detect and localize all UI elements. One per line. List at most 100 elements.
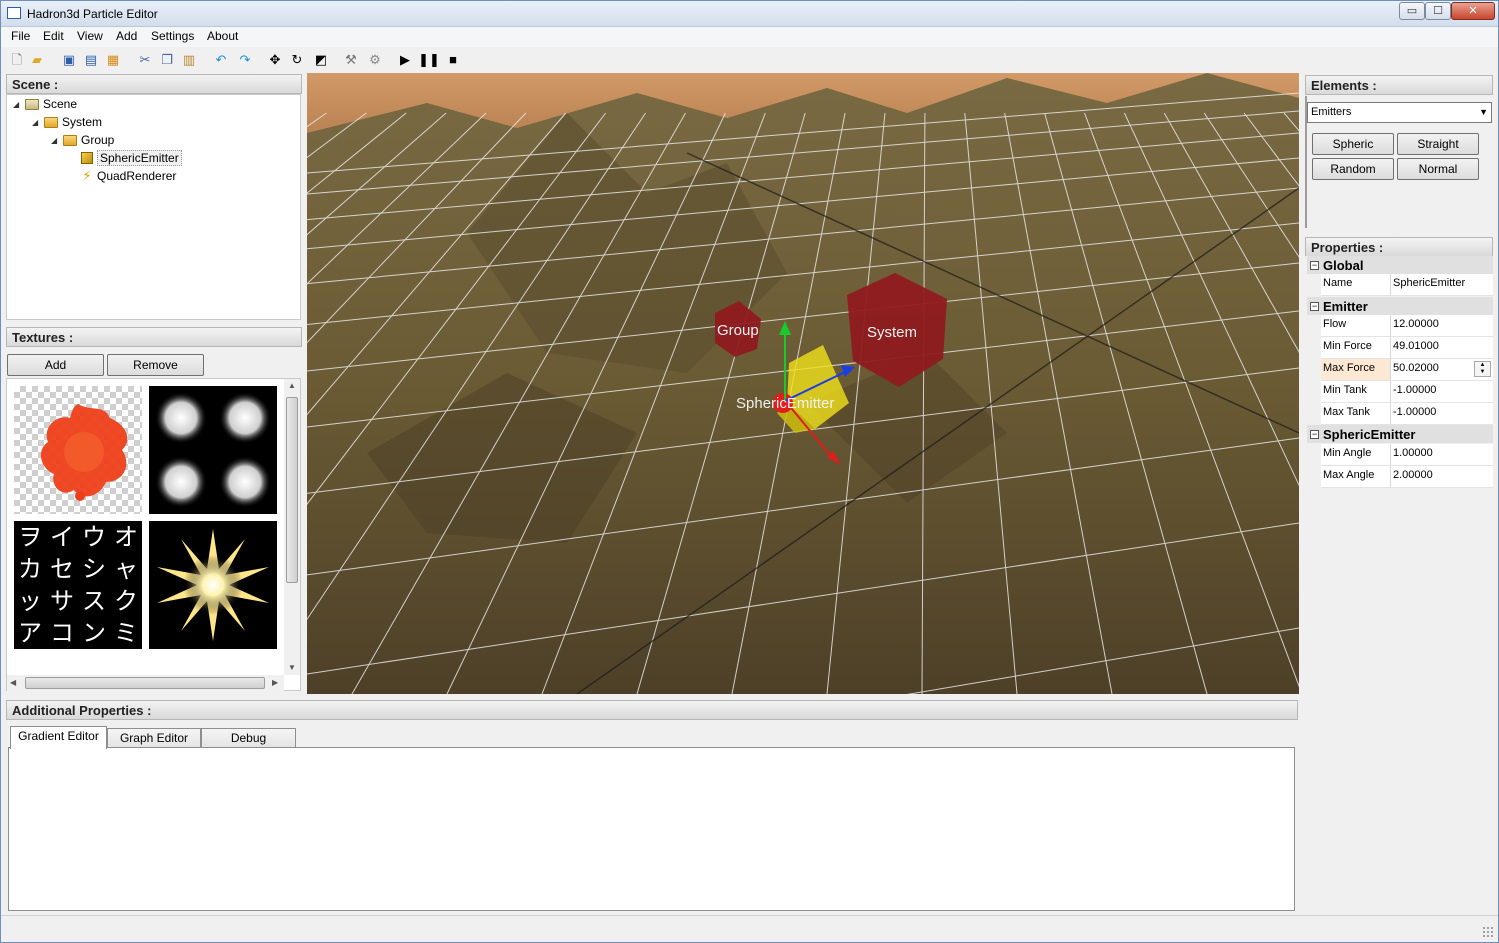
tree-item-group[interactable]: ◢ Group [51,131,114,149]
menu-file[interactable]: File [11,29,30,43]
menu-settings[interactable]: Settings [151,29,194,43]
texture-thumbnail-star[interactable] [149,521,277,649]
kana-glyph: オ [114,523,138,551]
stop-icon[interactable]: ■ [445,52,461,68]
kana-glyph: ウ [82,523,106,551]
scroll-up-icon[interactable]: ▲ [288,381,296,390]
copy-icon[interactable]: ❐ [159,52,175,68]
open-folder-icon[interactable]: ▰ [29,52,45,68]
property-key: Name [1321,274,1391,295]
menu-about[interactable]: About [207,29,238,43]
texture-vertical-scrollbar[interactable]: ▲ ▼ [284,379,300,675]
tree-item-system[interactable]: ◢ System [32,113,102,131]
property-value[interactable]: SphericEmitter [1391,274,1493,295]
redo-icon[interactable]: ↷ [237,52,253,68]
collapse-icon[interactable]: − [1310,429,1319,439]
app-window-icon [7,7,21,19]
viewport-scene: Group System SphericEmitter [307,73,1299,694]
add-texture-button[interactable]: Add [7,354,104,376]
collapse-icon[interactable]: − [1310,260,1319,270]
property-key: Max Angle [1321,466,1391,487]
tree-item-sphericemitter[interactable]: SphericEmitter [81,149,182,167]
property-row-min-angle[interactable]: Min Angle 1.00000 [1321,444,1493,466]
property-category-global[interactable]: − Global [1307,256,1493,274]
collapse-icon[interactable]: − [1310,301,1319,311]
property-value[interactable]: 49.01000 [1391,337,1493,358]
spinner-arrows-icon[interactable]: ▲ ▼ [1474,361,1491,377]
scroll-down-icon[interactable]: ▼ [288,663,296,672]
property-row-flow[interactable]: Flow 12.00000 [1321,315,1493,337]
play-icon[interactable]: ▶ [397,52,413,68]
tree-item-quadrenderer[interactable]: ⚡ QuadRenderer [81,167,176,185]
property-row-min-force[interactable]: Min Force 49.01000 [1321,337,1493,359]
straight-button[interactable]: Straight [1397,133,1479,155]
normal-button[interactable]: Normal [1397,158,1479,180]
random-button[interactable]: Random [1312,158,1394,180]
move-icon[interactable]: ✥ [267,52,283,68]
elements-panel-header: Elements : [1305,75,1493,95]
tab-gradient-editor[interactable]: Gradient Editor [10,726,107,749]
kana-glyph: ン [82,619,106,647]
texture-horizontal-scrollbar[interactable]: ◀ ▶ [7,675,284,691]
scrollbar-thumb[interactable] [25,677,265,689]
close-button[interactable]: ✕ [1451,2,1495,20]
export-icon[interactable]: ▦ [105,52,121,68]
tree-expand-icon[interactable]: ◢ [32,118,40,127]
minimize-button[interactable]: ▭ [1399,2,1425,20]
property-row-max-tank[interactable]: Max Tank -1.00000 [1321,403,1493,425]
tree-expand-icon[interactable]: ◢ [13,100,21,109]
tree-item-scene[interactable]: ◢ Scene [13,95,77,113]
property-value[interactable]: 50.02000 [1393,362,1439,374]
renderer-bolt-icon: ⚡ [82,168,92,183]
paste-icon[interactable]: ▥ [181,52,197,68]
tree-item-label: SphericEmitter [97,150,182,166]
scale-icon[interactable]: ◩ [313,52,329,68]
undo-icon[interactable]: ↶ [213,52,229,68]
scroll-right-icon[interactable]: ▶ [272,678,278,687]
texture-thumbnail-splat[interactable] [14,386,142,514]
save-icon[interactable]: ▣ [61,52,77,68]
tab-debug[interactable]: Debug [201,728,296,749]
scrollbar-thumb[interactable] [286,397,298,583]
tab-graph-editor[interactable]: Graph Editor [107,728,201,749]
texture-thumbnail-smoke[interactable] [149,386,277,514]
cut-icon[interactable]: ✂ [137,52,153,68]
property-row-name[interactable]: Name SphericEmitter [1321,274,1493,296]
gradient-editor-canvas[interactable] [8,747,1295,911]
kana-glyph: セ [50,555,74,583]
3d-viewport[interactable]: Group System SphericEmitter [307,73,1299,694]
gear-icon[interactable]: ⚙ [367,52,383,68]
tree-item-label: QuadRenderer [97,169,177,183]
wrench-icon[interactable]: ⚒ [343,52,359,68]
property-value[interactable]: 12.00000 [1391,315,1493,336]
property-category-emitter[interactable]: − Emitter [1307,297,1493,315]
tree-expand-icon[interactable]: ◢ [51,136,59,145]
property-value[interactable]: 1.00000 [1391,444,1493,465]
maximize-button[interactable]: ☐ [1425,2,1451,20]
resize-grip-icon[interactable] [1482,926,1494,938]
tree-item-label: System [62,115,103,129]
property-row-max-force[interactable]: Max Force 50.02000 ▲ ▼ [1321,359,1493,381]
chevron-down-icon[interactable]: ▼ [1479,107,1488,117]
additional-properties-header: Additional Properties : [6,700,1298,720]
element-type-dropdown[interactable]: Emitters ▼ [1307,102,1492,123]
property-value[interactable]: -1.00000 [1391,403,1493,424]
texture-thumbnail-kana[interactable]: ヲイウオカセシャッサスクアコンミ [14,521,142,649]
new-file-icon[interactable]: 🗋 [9,52,25,68]
menu-add[interactable]: Add [116,29,137,43]
smoke-texture-image [155,392,271,508]
menu-view[interactable]: View [77,29,103,43]
property-row-max-angle[interactable]: Max Angle 2.00000 [1321,466,1493,488]
menu-edit[interactable]: Edit [43,29,64,43]
save-all-icon[interactable]: ▤ [83,52,99,68]
property-category-sphericemitter[interactable]: − SphericEmitter [1307,425,1493,443]
remove-texture-button[interactable]: Remove [107,354,204,376]
property-row-min-tank[interactable]: Min Tank -1.00000 [1321,381,1493,403]
rotate-icon[interactable]: ↻ [289,52,305,68]
spheric-button[interactable]: Spheric [1312,133,1394,155]
property-value-editor[interactable]: 50.02000 ▲ ▼ [1391,359,1493,380]
property-value[interactable]: 2.00000 [1391,466,1493,487]
pause-icon[interactable]: ❚❚ [418,52,440,68]
scroll-left-icon[interactable]: ◀ [10,678,16,687]
property-value[interactable]: -1.00000 [1391,381,1493,402]
